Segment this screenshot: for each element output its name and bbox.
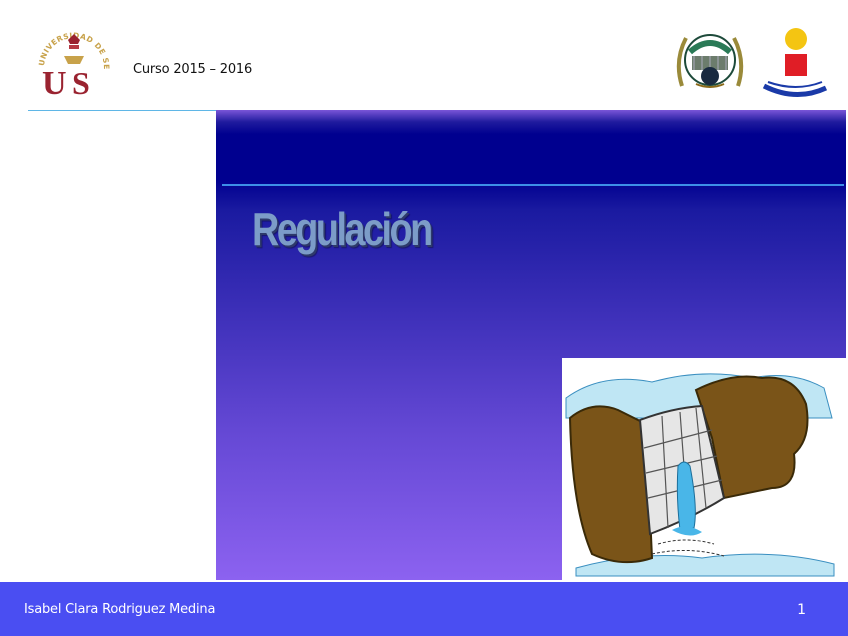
dam-icon — [565, 373, 835, 577]
universidad-sevilla-logo: UNIVERSIDAD DE SEVILLA U S — [34, 24, 111, 102]
slide-footer: Isabel Clara Rodriguez Medina 1 — [0, 582, 848, 636]
dam-illustration — [562, 358, 846, 580]
title-panel: Regulación — [216, 110, 846, 580]
slide-title: Regulación — [252, 203, 433, 255]
svg-text:S: S — [72, 65, 90, 101]
course-label: Curso 2015 – 2016 — [133, 62, 253, 77]
svg-text:U: U — [42, 65, 67, 102]
institution-logo — [762, 28, 828, 98]
slide-header: UNIVERSIDAD DE SEVILLA U S Curso 2015 – … — [0, 0, 848, 110]
panel-divider — [222, 184, 844, 186]
author-name: Isabel Clara Rodriguez Medina — [24, 602, 216, 617]
engineering-school-emblem — [676, 34, 744, 88]
header-divider — [28, 110, 220, 111]
page-number: 1 — [797, 602, 806, 618]
